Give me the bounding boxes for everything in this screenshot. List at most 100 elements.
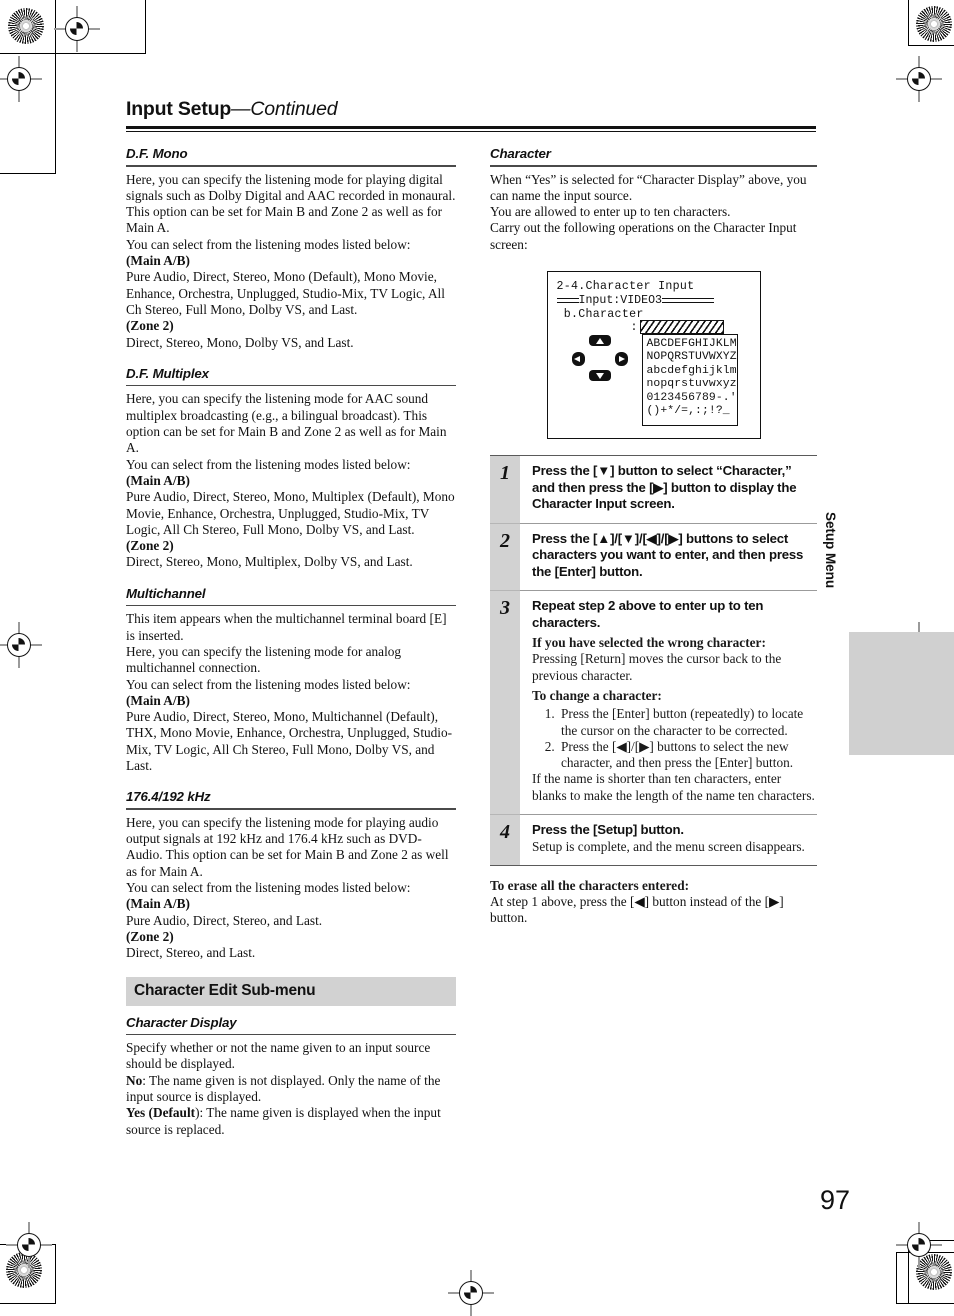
osd-colon: : [630, 321, 638, 335]
left-arrow-icon [574, 355, 580, 362]
section-character: Character When “Yes” is selected for “Ch… [490, 146, 817, 253]
section-paragraph: You can select from the listening modes … [126, 880, 411, 896]
section-paragraph: Here, you can specify the listening mode… [126, 643, 402, 676]
heading-rule [126, 808, 456, 810]
page-title: Input Setup—Continued [126, 98, 816, 121]
section-176-192khz: 176.4/192 kHz Here, you can specify the … [126, 789, 456, 961]
step-body: Setup is complete, and the menu screen d… [532, 838, 805, 854]
step-heading: Press the [Setup] button. [532, 822, 684, 838]
step-number: 2 [490, 522, 520, 591]
substep-item: Press the [◀]/[▶] buttons to select the … [558, 739, 815, 772]
step-substep-list: Press the [Enter] button (repeatedly) to… [532, 706, 815, 771]
osd-rule-right [662, 297, 714, 303]
step-content: Press the [▼] button to select “Characte… [520, 456, 817, 523]
document-page: Input Setup—Continued D.F. Mono Here, yo… [0, 0, 954, 1297]
palette-row[interactable]: abcdefghijklm [647, 365, 737, 378]
right-column: Character When “Yes” is selected for “Ch… [490, 146, 817, 927]
step-row: 3 Repeat step 2 above to enter up to ten… [490, 590, 817, 815]
section-paragraph: You can select from the listening modes … [126, 456, 411, 472]
erase-note: To erase all the characters entered: At … [490, 878, 817, 927]
substep-item: Press the [Enter] button (repeatedly) to… [558, 706, 815, 739]
palette-row[interactable]: 0123456789-.' [647, 392, 737, 405]
heading-rule [126, 1033, 456, 1036]
page-title-continued: —Continued [231, 98, 338, 120]
heading-rule [490, 165, 817, 167]
mode-group-label: (Zone 2) [126, 538, 174, 554]
section-character-display: Character Display Specify whether or not… [126, 1015, 456, 1138]
mode-list: Pure Audio, Direct, Stereo, Mono (Defaul… [126, 269, 445, 317]
section-paragraph: This item appears when the multichannel … [126, 611, 447, 643]
step-heading: Press the [▼] button to select “Characte… [532, 463, 797, 512]
section-paragraph: Specify whether or not the name given to… [126, 1040, 431, 1072]
heading-rule [126, 604, 456, 607]
osd-rule-left [556, 297, 579, 303]
section-paragraph: You are allowed to enter up to ten chara… [490, 204, 731, 220]
osd-name-entry-field[interactable] [639, 320, 724, 335]
down-arrow-icon [595, 372, 604, 379]
subsection-bar-character-edit: Character Edit Sub-menu [126, 976, 456, 1006]
page-title-bold: Input Setup [126, 98, 232, 120]
right-arrow-icon [618, 355, 625, 362]
down-arrow-button[interactable] [588, 370, 611, 382]
left-column: D.F. Mono Here, you can specify the list… [126, 146, 456, 1138]
step-subheading: If you have selected the wrong character… [532, 635, 766, 651]
left-arrow-button[interactable] [571, 352, 585, 367]
option-no: No: The name given is not displayed. Onl… [126, 1072, 441, 1105]
side-tab-label: Setup Menu [823, 512, 838, 589]
section-df-multiplex: D.F. Multiplex Here, you can specify the… [126, 366, 456, 571]
step-body: If the name is shorter than ten characte… [532, 771, 815, 803]
step-content: Press the [Setup] button. Setup is compl… [520, 814, 817, 865]
mode-list: Pure Audio, Direct, Stereo, and Last. [126, 912, 323, 928]
section-paragraph: When “Yes” is selected for “Character Di… [490, 171, 807, 203]
mode-group-label: (Zone 2) [126, 928, 174, 944]
step-number: 1 [490, 456, 520, 523]
palette-row[interactable]: ABCDEFGHIJKLM [647, 338, 737, 351]
section-heading: D.F. Multiplex [126, 365, 209, 381]
step-content: Press the [▲]/[▼]/[◀]/[▶] buttons to sel… [520, 522, 817, 591]
section-paragraph: Here, you can specify the listening mode… [126, 391, 447, 456]
mode-list: Direct, Stereo, Mono, Multiplex, Dolby V… [126, 554, 413, 570]
osd-title: 2-4.Character Input [556, 280, 695, 294]
step-body: Pressing [Return] moves the cursor back … [532, 651, 782, 683]
step-number: 3 [490, 590, 520, 815]
step-subheading: To change a character: [532, 687, 662, 703]
section-heading: Multichannel [126, 585, 206, 601]
mode-list: Direct, Stereo, and Last. [126, 945, 256, 961]
palette-row[interactable]: NOPQRSTUVWXYZ [647, 351, 737, 364]
palette-row[interactable]: nopqrstuvwxyz [647, 378, 737, 391]
osd-character-palette[interactable]: ABCDEFGHIJKLM NOPQRSTUVWXYZ abcdefghijkl… [641, 334, 738, 427]
option-yes: Yes (Default): The name given is display… [126, 1105, 441, 1137]
mode-list: Pure Audio, Direct, Stereo, Mono, Multic… [126, 709, 453, 773]
section-heading: Character [490, 146, 551, 161]
heading-rule [126, 165, 456, 167]
step-number: 4 [490, 814, 520, 865]
procedure-steps: 1 Press the [▼] button to select “Charac… [490, 455, 817, 866]
section-paragraph: Here, you can specify the listening mode… [126, 171, 456, 236]
mode-list: Direct, Stereo, Mono, Dolby VS, and Last… [126, 334, 354, 350]
erase-note-body: At step 1 above, press the [◀] button in… [490, 894, 784, 926]
mode-group-label: (Zone 2) [126, 318, 174, 334]
section-df-mono: D.F. Mono Here, you can specify the list… [126, 146, 456, 351]
step-content: Repeat step 2 above to enter up to ten c… [520, 590, 817, 814]
page-number: 97 [820, 1185, 851, 1215]
section-paragraph: Carry out the following operations on th… [490, 220, 797, 252]
section-paragraph: You can select from the listening modes … [126, 236, 411, 252]
osd-character-input-screen: 2-4.Character Input Input:VIDEO3 b.Chara… [546, 271, 761, 440]
right-arrow-button[interactable] [614, 352, 628, 367]
osd-dpad [571, 335, 630, 383]
section-heading: D.F. Mono [126, 146, 188, 161]
mode-group-label: (Main A/B) [126, 896, 190, 912]
section-paragraph: Here, you can specify the listening mode… [126, 814, 449, 879]
up-arrow-icon [595, 337, 604, 344]
up-arrow-button[interactable] [588, 335, 611, 347]
section-paragraph: You can select from the listening modes … [126, 676, 411, 692]
section-heading: Character Display [126, 1014, 237, 1030]
step-row: 1 Press the [▼] button to select “Charac… [490, 456, 817, 523]
step-heading: Press the [▲]/[▼]/[◀]/[▶] buttons to sel… [532, 530, 804, 579]
palette-row[interactable]: ()+*/=,:;!?_ [647, 405, 737, 418]
